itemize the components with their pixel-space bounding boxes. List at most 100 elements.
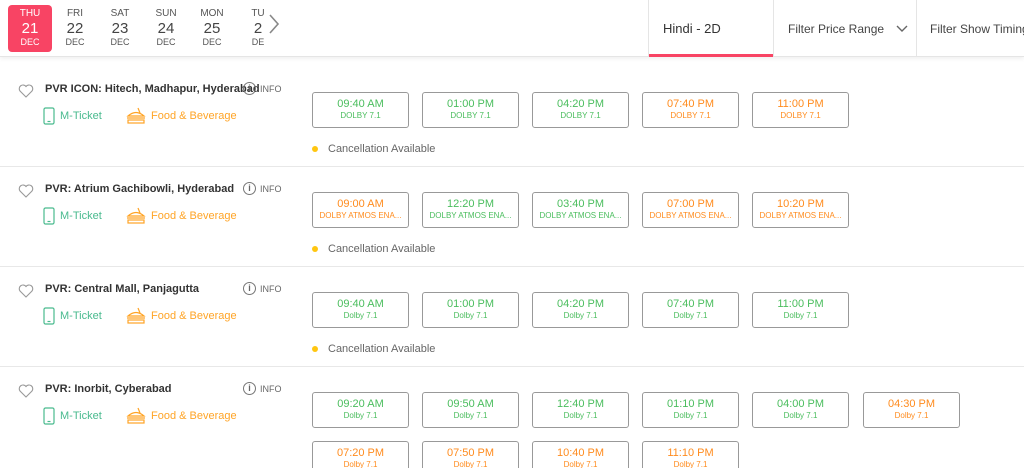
chevron-down-icon: [896, 22, 908, 36]
date-month: DE: [251, 37, 264, 47]
showtime-button[interactable]: 04:20 PM DOLBY 7.1: [532, 92, 629, 128]
showtime-button[interactable]: 07:00 PM DOLBY ATMOS ENA...: [642, 192, 739, 228]
date-item[interactable]: SAT 23 DEC: [98, 5, 142, 52]
showtime-button[interactable]: 11:00 PM Dolby 7.1: [752, 292, 849, 328]
showtime-button[interactable]: 10:20 PM DOLBY ATMOS ENA...: [752, 192, 849, 228]
showtime-button[interactable]: 01:10 PM Dolby 7.1: [642, 392, 739, 428]
info-button[interactable]: i INFO: [243, 82, 282, 95]
info-button[interactable]: i INFO: [243, 382, 282, 395]
food-beverage-icon: [126, 407, 146, 424]
heart-icon[interactable]: [18, 284, 34, 298]
food-beverage-badge: Food & Beverage: [126, 407, 237, 425]
date-item[interactable]: TU 2 DE: [236, 5, 264, 52]
date-weekday: FRI: [66, 8, 84, 19]
info-icon: i: [243, 82, 256, 95]
showtime-format: Dolby 7.1: [563, 411, 598, 420]
info-button[interactable]: i INFO: [243, 182, 282, 195]
info-icon: i: [243, 382, 256, 395]
showtime-button[interactable]: 04:00 PM Dolby 7.1: [752, 392, 849, 428]
showtime-button[interactable]: 01:00 PM DOLBY 7.1: [422, 92, 519, 128]
showtime-button[interactable]: 07:20 PM Dolby 7.1: [312, 441, 409, 468]
date-month: DEC: [20, 37, 40, 47]
food-beverage-icon: [126, 207, 146, 224]
heart-icon[interactable]: [18, 184, 34, 198]
showtime-format: DOLBY ATMOS ENA...: [429, 211, 512, 220]
showtime-format: DOLBY ATMOS ENA...: [319, 211, 402, 220]
language-format-filter[interactable]: Hindi - 2D: [648, 0, 773, 57]
showtime-button[interactable]: 03:40 PM DOLBY ATMOS ENA...: [532, 192, 629, 228]
showtime-button[interactable]: 07:50 PM Dolby 7.1: [422, 441, 519, 468]
food-beverage-label: Food & Beverage: [151, 110, 237, 122]
showtime-format: DOLBY 7.1: [670, 111, 711, 120]
showtime-button[interactable]: 12:20 PM DOLBY ATMOS ENA...: [422, 192, 519, 228]
showtime-time: 07:40 PM: [666, 98, 715, 110]
showtime-time: 04:20 PM: [556, 98, 605, 110]
showtime-button[interactable]: 10:40 PM Dolby 7.1: [532, 441, 629, 468]
showtime-button[interactable]: 07:40 PM Dolby 7.1: [642, 292, 739, 328]
mobile-phone-icon: [43, 207, 55, 225]
showtime-button[interactable]: 12:40 PM Dolby 7.1: [532, 392, 629, 428]
venue-row: PVR ICON: Hitech, Madhapur, Hyderabad i …: [0, 67, 1024, 167]
show-timings-filter[interactable]: Filter Show Timings: [916, 0, 1024, 57]
showtime-button[interactable]: 01:00 PM Dolby 7.1: [422, 292, 519, 328]
mticket-badge: M-Ticket: [43, 207, 102, 225]
showtime-time: 11:10 PM: [667, 447, 714, 459]
date-strip: THU 21 DEC FRI 22 DEC SAT 23 DEC SUN 24 …: [8, 5, 264, 52]
showtime-button[interactable]: 09:20 AM Dolby 7.1: [312, 392, 409, 428]
showtime-time: 09:20 AM: [337, 398, 384, 410]
showtime-button[interactable]: 09:40 AM Dolby 7.1: [312, 292, 409, 328]
showtime-time: 04:00 PM: [776, 398, 825, 410]
venue-name[interactable]: PVR: Inorbit, Cyberabad: [45, 383, 172, 395]
food-beverage-icon: [126, 107, 146, 124]
showtime-button[interactable]: 09:50 AM Dolby 7.1: [422, 392, 519, 428]
mticket-label: M-Ticket: [60, 210, 102, 222]
heart-icon[interactable]: [18, 84, 34, 98]
showtime-format: DOLBY 7.1: [780, 111, 821, 120]
showtime-time: 09:40 AM: [337, 298, 384, 310]
showtime-format: DOLBY 7.1: [560, 111, 601, 120]
showtime-time: 09:00 AM: [337, 198, 384, 210]
showtime-time: 07:20 PM: [336, 447, 385, 459]
cancellation-label: Cancellation Available: [328, 243, 436, 255]
date-weekday: SUN: [155, 8, 177, 19]
showtime-button[interactable]: 07:40 PM DOLBY 7.1: [642, 92, 739, 128]
showtime-format: Dolby 7.1: [563, 311, 598, 320]
venue-name[interactable]: PVR: Central Mall, Panjagutta: [45, 283, 199, 295]
date-weekday: THU: [19, 8, 41, 19]
showtime-button[interactable]: 09:40 AM DOLBY 7.1: [312, 92, 409, 128]
showtime-button[interactable]: 04:20 PM Dolby 7.1: [532, 292, 629, 328]
status-dot-icon: [312, 346, 318, 352]
venue-list: PVR ICON: Hitech, Madhapur, Hyderabad i …: [0, 67, 1024, 468]
date-day: 24: [157, 20, 175, 37]
price-range-label: Filter Price Range: [788, 21, 885, 36]
venue-name[interactable]: PVR: Atrium Gachibowli, Hyderabad: [45, 183, 234, 195]
showtime-time: 01:00 PM: [446, 298, 495, 310]
cancellation-note: Cancellation Available: [312, 343, 435, 355]
showtime-time: 11:00 PM: [777, 98, 824, 110]
showtime-button[interactable]: 11:00 PM DOLBY 7.1: [752, 92, 849, 128]
food-beverage-label: Food & Beverage: [151, 210, 237, 222]
showtime-time: 07:00 PM: [666, 198, 715, 210]
date-item[interactable]: SUN 24 DEC: [144, 5, 188, 52]
showtime-time: 04:30 PM: [887, 398, 936, 410]
date-item[interactable]: THU 21 DEC: [8, 5, 52, 52]
cancellation-note: Cancellation Available: [312, 143, 435, 155]
mobile-phone-icon: [43, 107, 55, 125]
showtime-format: Dolby 7.1: [563, 460, 598, 468]
date-day: 2: [253, 20, 263, 37]
showtime-format: Dolby 7.1: [453, 460, 488, 468]
food-beverage-label: Food & Beverage: [151, 410, 237, 422]
date-item[interactable]: MON 25 DEC: [190, 5, 234, 52]
showtime-button[interactable]: 11:10 PM Dolby 7.1: [642, 441, 739, 468]
status-dot-icon: [312, 246, 318, 252]
info-label: INFO: [260, 383, 282, 394]
showtime-button[interactable]: 04:30 PM Dolby 7.1: [863, 392, 960, 428]
date-item[interactable]: FRI 22 DEC: [53, 5, 97, 52]
info-button[interactable]: i INFO: [243, 282, 282, 295]
price-range-filter[interactable]: Filter Price Range: [773, 0, 916, 57]
chevron-right-icon[interactable]: [266, 12, 282, 36]
heart-icon[interactable]: [18, 384, 34, 398]
venue-name[interactable]: PVR ICON: Hitech, Madhapur, Hyderabad: [45, 83, 260, 95]
showtime-button[interactable]: 09:00 AM DOLBY ATMOS ENA...: [312, 192, 409, 228]
showtime-format: Dolby 7.1: [343, 460, 378, 468]
